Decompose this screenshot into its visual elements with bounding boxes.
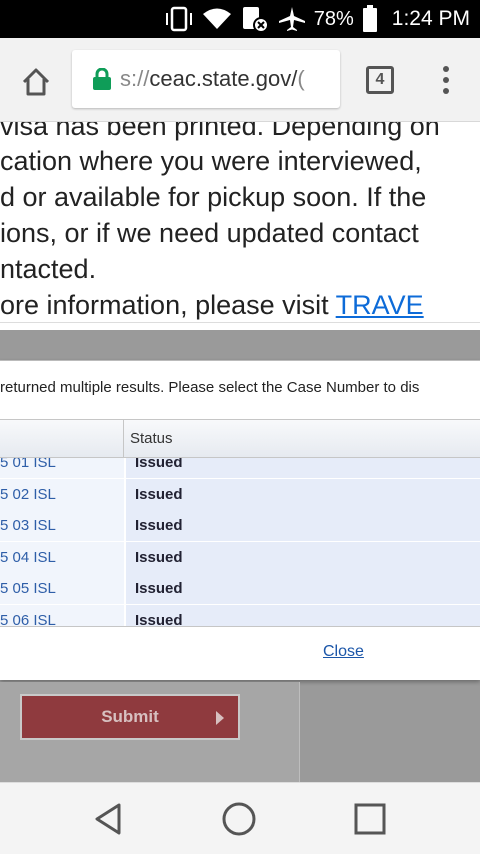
column-header-case — [0, 420, 124, 458]
address-bar[interactable]: s://ceac.state.gov/( — [72, 50, 340, 108]
status-cell: Issued — [126, 573, 480, 604]
square-recents-icon — [354, 803, 386, 835]
status-cell: Issued — [126, 510, 480, 541]
back-icon — [95, 803, 121, 835]
tab-switcher-button[interactable]: 4 — [366, 66, 394, 94]
browser-toolbar: s://ceac.state.gov/( 4 — [0, 38, 480, 122]
case-number-link[interactable]: 5 03 ISL — [0, 510, 124, 541]
url-text: s://ceac.state.gov/( — [120, 66, 305, 92]
form-footer: Submit — [0, 682, 300, 782]
home-icon — [22, 68, 50, 96]
close-link[interactable]: Close — [323, 643, 364, 661]
system-navigation-bar — [0, 782, 480, 854]
status-bar: 78% 1:24 PM — [0, 0, 480, 38]
status-cell: Issued — [126, 605, 480, 626]
clock: 1:24 PM — [391, 7, 470, 30]
table-row: 5 05 ISL Issued — [0, 573, 480, 604]
case-table: Status 5 01 ISL Issued 5 02 ISL Issued 5… — [0, 419, 480, 627]
vibrate-icon — [165, 6, 192, 32]
overflow-menu-button[interactable] — [436, 64, 456, 96]
table-row: 5 02 ISL Issued — [0, 479, 480, 510]
text-line: ions, or if we need updated contact — [0, 218, 419, 248]
page-content: visa has been printed. Depending on cati… — [0, 122, 480, 362]
case-select-dialog: returned multiple results. Please select… — [0, 360, 480, 680]
url-scheme: s:// — [120, 66, 150, 91]
info-text: ore information, please visit — [0, 290, 336, 320]
text-line: visa has been printed. Depending on — [0, 122, 440, 141]
table-row: 5 01 ISL Issued — [0, 458, 480, 478]
text-line: cation where you were interviewed, — [0, 146, 422, 176]
dialog-message: returned multiple results. Please select… — [0, 379, 420, 396]
battery-icon — [362, 5, 377, 32]
text-line: ntacted. — [0, 254, 97, 284]
home-button[interactable] — [14, 60, 58, 104]
table-row: 5 06 ISL Issued — [0, 605, 480, 626]
status-cell: Issued — [126, 458, 480, 478]
travel-link[interactable]: TRAVE — [336, 290, 424, 320]
data-blocked-icon — [242, 7, 269, 33]
case-number-link[interactable]: 5 06 ISL — [0, 605, 124, 626]
battery-percent: 78% — [313, 7, 354, 30]
url-host: ceac.state.gov/ — [149, 66, 298, 91]
table-header: Status — [0, 420, 480, 458]
divider — [0, 322, 480, 323]
arrow-right-icon — [216, 711, 224, 725]
case-number-link[interactable]: 5 01 ISL — [0, 458, 124, 478]
text-line: d or available for pickup soon. If the — [0, 182, 427, 212]
lock-icon — [93, 68, 111, 90]
status-cell: Issued — [126, 542, 480, 573]
circle-home-icon — [222, 802, 256, 836]
back-button[interactable] — [88, 799, 128, 839]
table-row: 5 04 ISL Issued — [0, 542, 480, 573]
info-line: ore information, please visit TRAVE — [0, 287, 424, 323]
status-cell: Issued — [126, 479, 480, 510]
url-path: ( — [297, 66, 305, 91]
case-number-link[interactable]: 5 05 ISL — [0, 573, 124, 604]
recent-apps-button[interactable] — [350, 799, 390, 839]
submit-button[interactable]: Submit — [20, 694, 240, 740]
table-body: 5 01 ISL Issued 5 02 ISL Issued 5 03 ISL… — [0, 458, 480, 626]
table-row: 5 03 ISL Issued — [0, 510, 480, 541]
column-header-status: Status — [130, 430, 173, 447]
submit-label: Submit — [101, 707, 159, 726]
home-nav-button[interactable] — [219, 799, 259, 839]
case-number-link[interactable]: 5 02 ISL — [0, 479, 124, 510]
wifi-icon — [202, 8, 231, 29]
case-number-link[interactable]: 5 04 ISL — [0, 542, 124, 573]
airplane-mode-icon — [278, 7, 305, 31]
